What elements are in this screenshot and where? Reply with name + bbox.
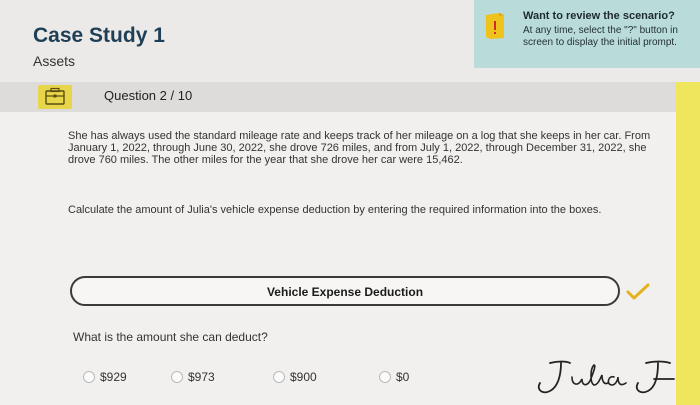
handwritten-signature — [537, 360, 675, 394]
hint-text: At any time, select the "?" button in sc… — [523, 25, 678, 48]
instruction-paragraph: Calculate the amount of Julia's vehicle … — [68, 204, 602, 216]
book-alert-icon — [486, 13, 504, 39]
answer-option-label: $929 — [100, 370, 127, 384]
radio-button[interactable] — [379, 371, 391, 383]
vehicle-expense-section-button[interactable]: Vehicle Expense Deduction — [70, 276, 620, 306]
hint-title: Want to review the scenario? — [523, 10, 675, 22]
radio-button[interactable] — [83, 371, 95, 383]
answer-option-label: $0 — [396, 370, 410, 384]
answer-option-label: $973 — [188, 370, 215, 384]
page-subtitle: Assets — [33, 53, 76, 69]
page-title: Case Study 1 — [33, 24, 165, 47]
check-icon — [626, 283, 650, 300]
question-counter: Question 2 / 10 — [104, 88, 193, 103]
question-text: What is the amount she can deduct? — [73, 330, 268, 344]
scenario-paragraph: She has always used the standard mileage… — [68, 130, 651, 166]
briefcase-icon — [38, 85, 72, 109]
radio-button[interactable] — [273, 371, 285, 383]
section-label: Vehicle Expense Deduction — [266, 285, 424, 299]
scenario-hint-box: Want to review the scenario? At any time… — [474, 0, 700, 68]
answer-option-label: $900 — [290, 370, 317, 384]
radio-button[interactable] — [171, 371, 183, 383]
